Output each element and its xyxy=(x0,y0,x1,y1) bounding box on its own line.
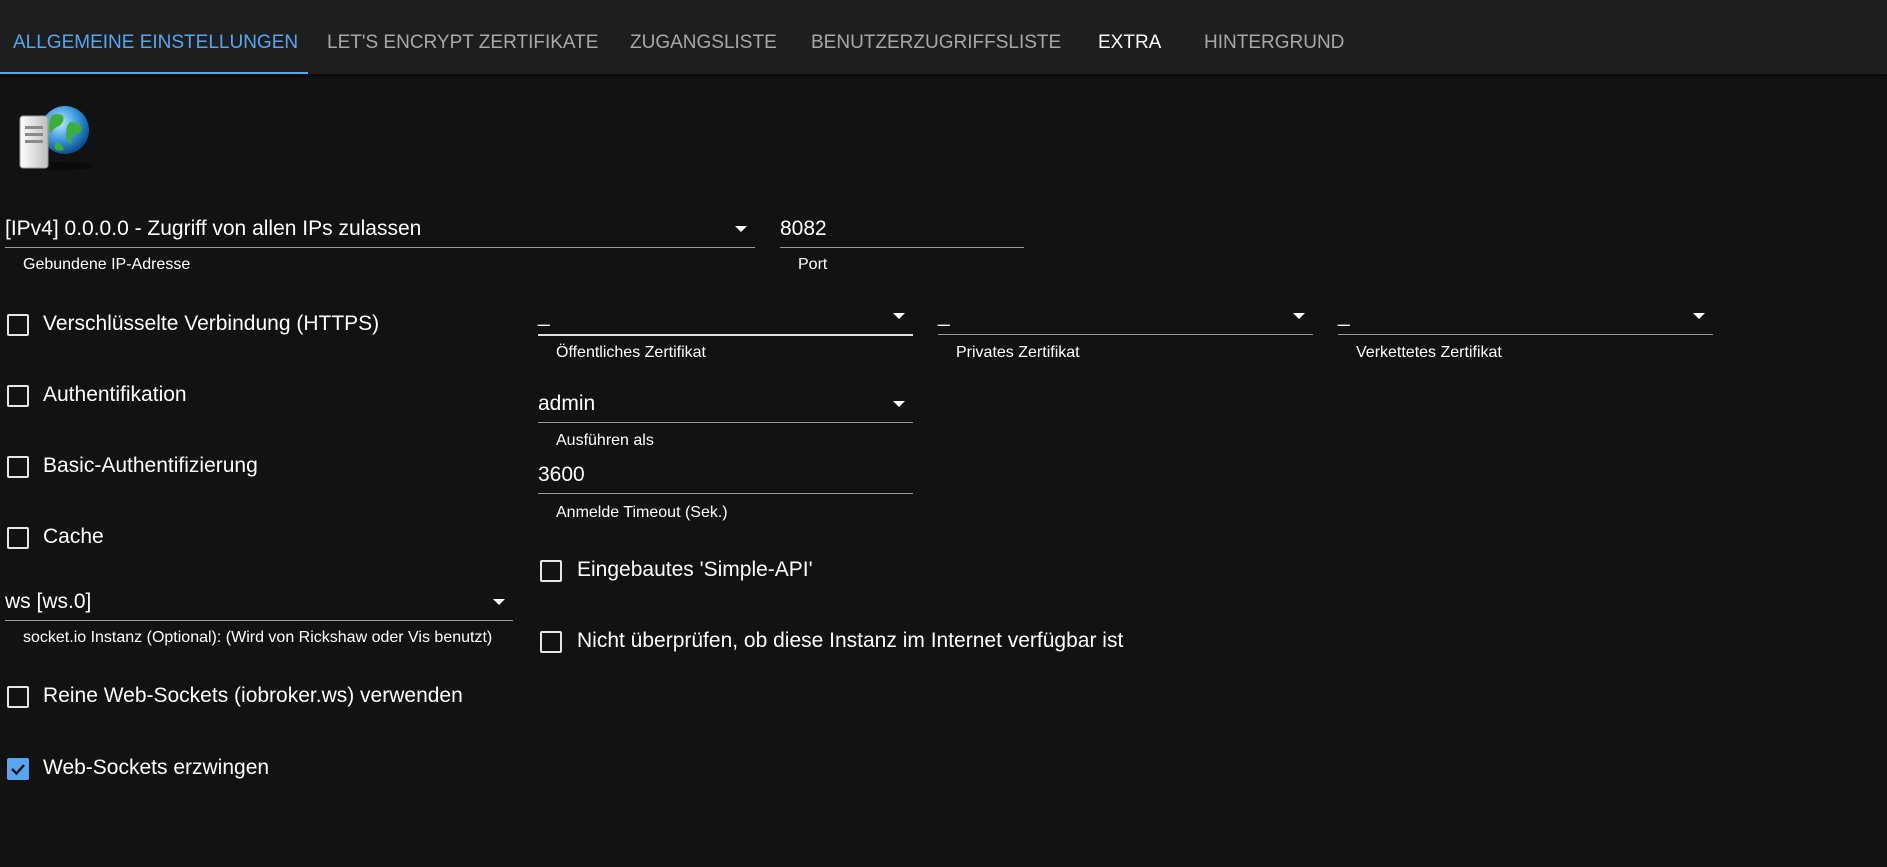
underline xyxy=(938,334,1313,335)
simple-api-checkbox[interactable]: Eingebautes 'Simple-API' xyxy=(540,556,940,586)
run-as-label: Ausführen als xyxy=(556,432,654,449)
basic-auth-label: Basic-Authentifizierung xyxy=(43,454,258,477)
login-timeout-label: Anmelde Timeout (Sek.) xyxy=(556,504,728,521)
chained-cert-select[interactable]: _ xyxy=(1338,300,1713,340)
chevron-down-icon xyxy=(1693,313,1705,319)
tab-extra[interactable]: Extra xyxy=(1098,0,1161,74)
https-checkbox[interactable]: Verschlüsselte Verbindung (HTTPS) xyxy=(7,310,427,340)
public-cert-label: Öffentliches Zertifikat xyxy=(556,344,706,361)
socketio-instance-select[interactable]: ws [ws.0] xyxy=(5,586,513,626)
underline xyxy=(5,247,755,248)
checkbox-box[interactable] xyxy=(7,527,29,549)
chevron-down-icon xyxy=(735,226,747,232)
bind-ip-value: [IPv4] 0.0.0.0 - Zugriff von allen IPs z… xyxy=(5,217,422,240)
tab-access-list[interactable]: Zugangsliste xyxy=(630,0,777,74)
private-cert-value: _ xyxy=(938,304,950,327)
checkbox-box[interactable] xyxy=(540,560,562,582)
tab-user-access-list[interactable]: Benutzerzugriffsliste xyxy=(811,0,1061,74)
server-globe-icon xyxy=(16,102,96,172)
login-timeout-input[interactable]: 3600 xyxy=(538,459,913,499)
underline xyxy=(1338,334,1713,335)
chained-cert-value: _ xyxy=(1338,304,1350,327)
no-internet-check-checkbox[interactable]: Nicht überprüfen, ob diese Instanz im In… xyxy=(540,627,1240,657)
underline xyxy=(538,422,913,423)
https-label: Verschlüsselte Verbindung (HTTPS) xyxy=(43,312,380,335)
tab-bar: Allgemeine Einstellungen Let's Encrypt Z… xyxy=(0,0,1887,74)
checkbox-box[interactable] xyxy=(7,456,29,478)
socketio-instance-label: socket.io Instanz (Optional): (Wird von … xyxy=(23,629,493,646)
tab-letsencrypt-certificates[interactable]: Let's Encrypt Zertifikate xyxy=(327,0,598,74)
bind-ip-label: Gebundene IP-Adresse xyxy=(23,256,191,273)
run-as-select[interactable]: admin xyxy=(538,388,913,428)
cache-checkbox[interactable]: Cache xyxy=(7,523,207,553)
tab-general-settings[interactable]: Allgemeine Einstellungen xyxy=(13,0,298,74)
private-cert-label: Privates Zertifikat xyxy=(956,344,1080,361)
basic-auth-checkbox[interactable]: Basic-Authentifizierung xyxy=(7,452,327,482)
underline xyxy=(780,247,1024,248)
port-label: Port xyxy=(798,256,828,273)
pure-websockets-label: Reine Web-Sockets (iobroker.ws) verwende… xyxy=(43,684,463,707)
socketio-instance-value: ws [ws.0] xyxy=(5,590,92,613)
chevron-down-icon xyxy=(893,401,905,407)
cache-label: Cache xyxy=(43,525,104,548)
port-value: 8082 xyxy=(780,217,827,240)
public-cert-select[interactable]: _ xyxy=(538,300,913,340)
run-as-value: admin xyxy=(538,392,596,415)
underline xyxy=(538,334,913,336)
chevron-down-icon xyxy=(493,599,505,605)
chained-cert-label: Verkettetes Zertifikat xyxy=(1356,344,1502,361)
force-websockets-label: Web-Sockets erzwingen xyxy=(43,756,270,779)
active-tab-indicator xyxy=(0,72,308,74)
authentication-checkbox[interactable]: Authentifikation xyxy=(7,381,307,411)
checkbox-box[interactable] xyxy=(7,758,29,780)
login-timeout-value: 3600 xyxy=(538,463,585,486)
chevron-down-icon xyxy=(1293,313,1305,319)
no-internet-check-label: Nicht überprüfen, ob diese Instanz im In… xyxy=(577,629,1124,652)
bind-ip-select[interactable]: [IPv4] 0.0.0.0 - Zugriff von allen IPs z… xyxy=(5,213,755,253)
port-input[interactable]: 8082 xyxy=(780,213,1024,253)
checkbox-box[interactable] xyxy=(7,686,29,708)
tab-background[interactable]: Hintergrund xyxy=(1204,0,1344,74)
underline xyxy=(538,493,913,494)
pure-websockets-checkbox[interactable]: Reine Web-Sockets (iobroker.ws) verwende… xyxy=(7,682,507,712)
public-cert-value: _ xyxy=(538,304,550,327)
checkbox-box[interactable] xyxy=(7,385,29,407)
checkmark-icon xyxy=(11,764,25,776)
checkbox-box[interactable] xyxy=(540,631,562,653)
underline xyxy=(5,620,513,621)
authentication-label: Authentifikation xyxy=(43,383,187,406)
chevron-down-icon xyxy=(893,313,905,319)
checkbox-box[interactable] xyxy=(7,314,29,336)
private-cert-select[interactable]: _ xyxy=(938,300,1313,340)
force-websockets-checkbox[interactable]: Web-Sockets erzwingen xyxy=(7,754,307,784)
simple-api-label: Eingebautes 'Simple-API' xyxy=(577,558,813,581)
